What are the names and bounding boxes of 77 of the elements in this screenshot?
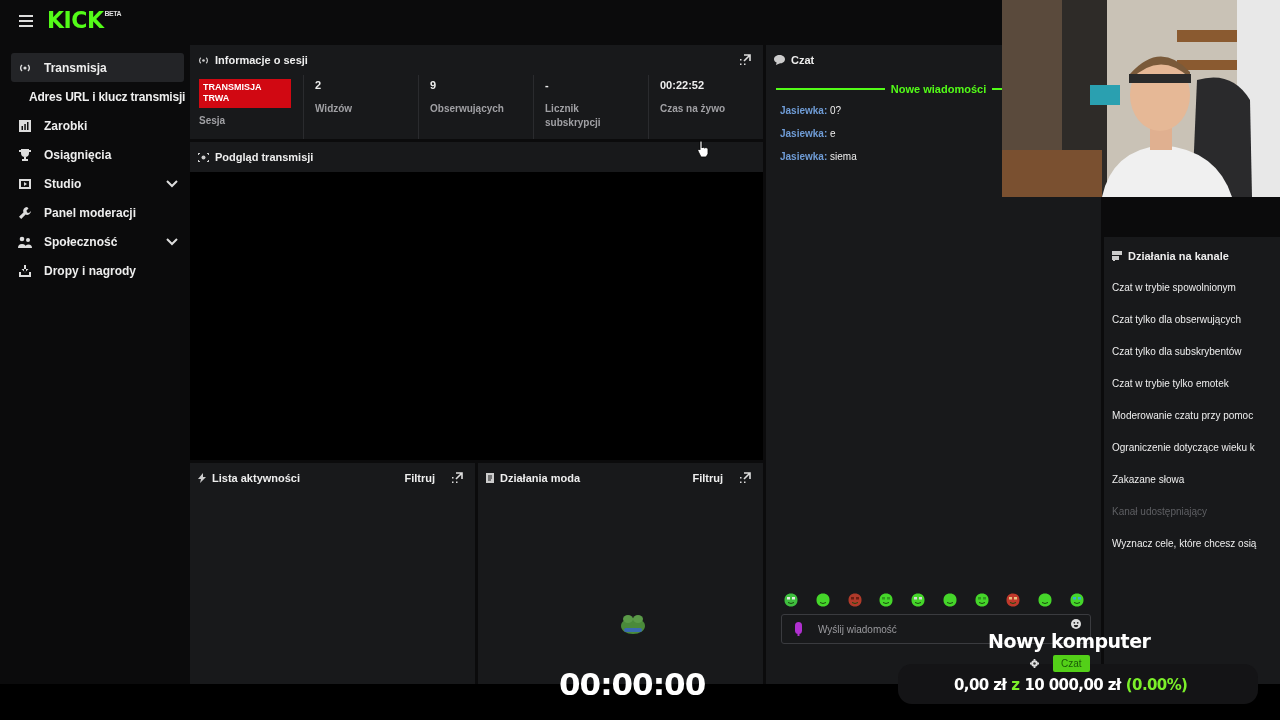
popout-icon[interactable] [451, 472, 463, 484]
emote-icon[interactable] [1069, 593, 1084, 607]
chevron-icon[interactable] [166, 237, 178, 246]
chevron-icon[interactable] [166, 179, 178, 188]
emote-icon[interactable] [815, 593, 830, 607]
download-icon [18, 263, 32, 278]
channel-action-item[interactable]: Czat w trybie tylko emotek [1104, 367, 1280, 399]
stat-label: Widzów [315, 102, 354, 116]
channel-action-item[interactable]: Zakazane słowa [1104, 463, 1280, 495]
channel-action-item[interactable]: Czat w trybie spowolnionym [1104, 271, 1280, 303]
chat-button[interactable]: Czat [1053, 655, 1090, 672]
channel-action-item[interactable]: Ograniczenie dotyczące wieku k [1104, 431, 1280, 463]
filter-button[interactable]: Filtruj [404, 472, 445, 484]
live-badge: TRANSMISJA TRWA [199, 79, 291, 108]
emote-icon[interactable] [784, 593, 798, 607]
emote-icon[interactable] [974, 593, 989, 607]
chat-message: Jasiewka: 0? [779, 104, 843, 118]
panel-title: Działania na kanale [1128, 250, 1230, 262]
sidebar-item[interactable]: Osiągnięcia [11, 140, 184, 169]
emote-icon[interactable] [1006, 593, 1021, 607]
panel-title: Lista aktywności [212, 472, 302, 484]
emote-icon[interactable] [911, 593, 926, 607]
stat-label: Sesja [199, 113, 227, 128]
sidebar-item[interactable]: Transmisja [11, 53, 184, 82]
logo[interactable]: KICK$^{BETA}$ [47, 9, 121, 33]
sidebar-item[interactable]: Zarobki [11, 111, 184, 140]
panel-title: Działania moda [500, 472, 582, 484]
trophy-icon [18, 147, 32, 162]
camera-icon [198, 152, 209, 162]
popout-icon[interactable] [739, 54, 751, 66]
server-icon [1112, 251, 1122, 261]
channel-action-item[interactable]: Moderowanie czatu przy pomoc [1104, 399, 1280, 431]
channel-action-item[interactable]: Wyznacz cele, które chcesz osią [1104, 527, 1280, 559]
goal-target: 10 000,00 zł [1024, 676, 1121, 694]
people-icon [18, 234, 32, 249]
stream-timer: 00:00:00 [559, 666, 706, 702]
film-icon [18, 176, 32, 191]
stat-value: 2 [315, 79, 323, 91]
emote-icon[interactable] [1038, 593, 1053, 607]
stat-value: - [545, 79, 550, 91]
panel-title: Czat [791, 54, 816, 66]
stat-label: Czas na żywo [660, 102, 727, 116]
menu-icon[interactable] [19, 15, 33, 27]
hand-cursor-icon [697, 141, 709, 158]
chat-message: Jasiewka: e [779, 127, 837, 141]
lightning-icon [198, 473, 206, 483]
sidebar-item[interactable]: Studio [11, 169, 184, 198]
frog-emote-icon [619, 614, 646, 634]
emote-icon[interactable] [942, 593, 957, 607]
sidebar-item[interactable]: Dropy i nagrody [11, 256, 184, 285]
stat-value: 00:22:52 [660, 79, 706, 91]
stat-label: Licznik subskrypcji [545, 102, 602, 130]
filter-button[interactable]: Filtruj [692, 472, 733, 484]
chat-message: Jasiewka: siema [779, 150, 858, 164]
speech-bubble-icon [774, 55, 785, 65]
goal-raised: 0,00 zł [954, 676, 1007, 694]
sidebar-item[interactable]: Panel moderacji [11, 198, 184, 227]
panel-title: Podgląd transmisji [215, 151, 315, 163]
settings-icon[interactable] [1030, 659, 1039, 668]
microphone-icon[interactable] [794, 622, 803, 636]
popout-icon[interactable] [739, 472, 751, 484]
bar-chart-icon [18, 118, 32, 133]
wrench-icon [18, 205, 32, 220]
stat-label: Obserwujących [430, 102, 505, 116]
stat-value: 9 [430, 79, 438, 91]
broadcast-icon [198, 55, 209, 65]
document-icon [486, 473, 494, 483]
emote-icon[interactable] [879, 593, 894, 607]
sidebar-item[interactable]: Społeczność [11, 227, 184, 256]
goal-separator: z [1011, 676, 1020, 694]
channel-action-item[interactable]: Czat tylko dla obserwujących [1104, 303, 1280, 335]
emoji-icon[interactable] [1071, 619, 1081, 629]
panel-title: Informacje o sesji [215, 54, 309, 66]
channel-action-item[interactable]: Czat tylko dla subskrybentów [1104, 335, 1280, 367]
goal-percent: (0.00%) [1125, 676, 1188, 694]
new-messages-divider: Nowe wiadomości [890, 83, 987, 95]
sidebar-subitem[interactable]: Adres URL i klucz transmisji [11, 82, 184, 111]
